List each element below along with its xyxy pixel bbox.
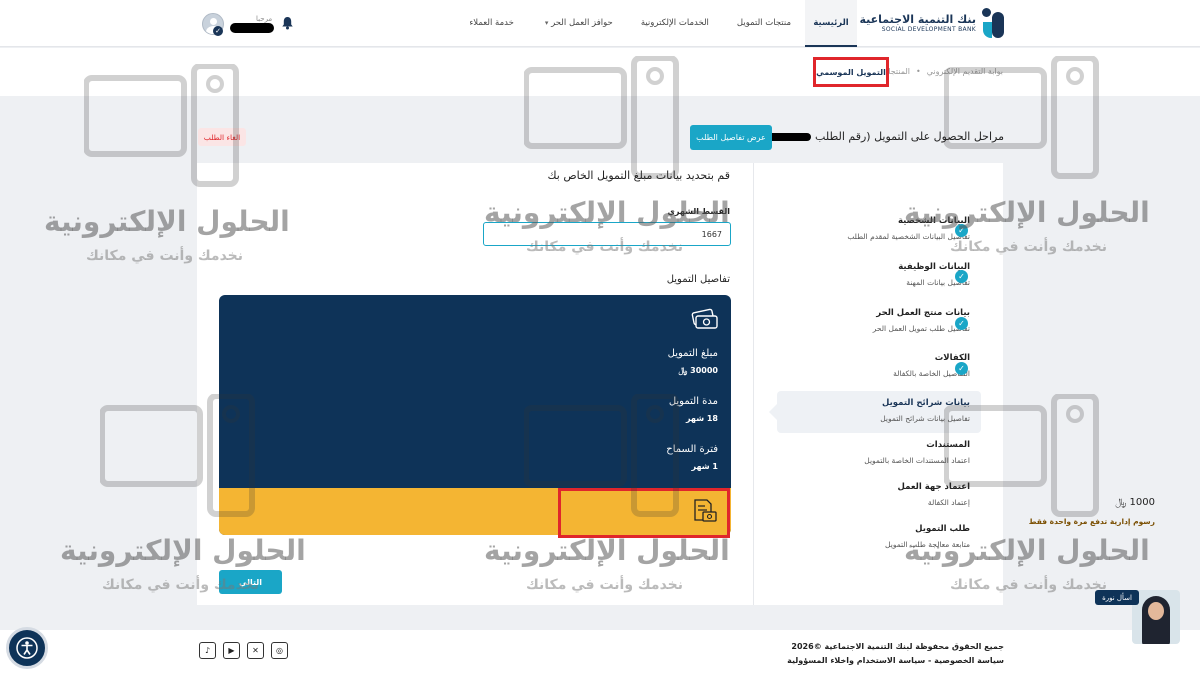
step-finance-request[interactable]: طلب التمويل متابعة معالجة طلب التمويل [885, 524, 970, 549]
assistant-avatar[interactable] [1132, 590, 1180, 644]
logo-arabic: بنك التنمية الاجتماعية [859, 13, 977, 26]
ask-assistant-button[interactable]: اسأل نورة [1095, 590, 1139, 605]
finance-duration-value: 18 شهر [685, 414, 718, 423]
step-title: المستندات [926, 440, 970, 450]
breadcrumb: بوابة التقديم الإلكتروني • المنتجات • [870, 67, 1003, 76]
step-title: بيانات شرائح التمويل [882, 398, 970, 408]
card-divider [753, 163, 754, 605]
x-icon[interactable]: ✕ [247, 642, 264, 659]
step-subtitle: اعتماد المستندات الخاصة بالتمويل [864, 456, 970, 465]
bell-icon[interactable] [281, 16, 294, 34]
form-heading: قم بتحديد بيانات مبلغ التمويل الخاص بك [547, 169, 730, 182]
nav-freelance-label: حوافز العمل الحر [551, 18, 613, 28]
page-title: مراحل الحصول على التمويل (رقم الطلب 4) [738, 130, 1004, 143]
nav-freelance-incentives[interactable]: حوافز العمل الحر ▾ [528, 18, 627, 28]
grace-period-label: فترة السماح [666, 444, 718, 455]
check-icon: ✓ [955, 224, 968, 237]
nav-finance-products[interactable]: منتجات التمويل [723, 18, 805, 28]
check-icon: ✓ [955, 362, 968, 375]
instagram-icon[interactable]: ◎ [271, 642, 288, 659]
step-documents[interactable]: المستندات اعتماد المستندات الخاصة بالتمو… [864, 440, 970, 465]
grace-period-value: 1 شهر [691, 462, 719, 471]
step-subtitle: تفاصيل البيانات الشخصية لمقدم الطلب [847, 232, 970, 241]
footer [0, 630, 1200, 675]
finance-details-label: تفاصيل التمويل [666, 274, 730, 285]
nav-e-services[interactable]: الخدمات الإلكترونية [627, 18, 723, 28]
finance-amount-value: 30000 ﷼ [678, 366, 719, 375]
admin-fee-note: رسوم إدارية تدفع مرة واحدة فقط [1028, 517, 1155, 526]
chevron-down-icon: ▾ [544, 19, 549, 27]
step-title: بيانات منتج العمل الحر [876, 308, 970, 318]
breadcrumb-bar: بوابة التقديم الإلكتروني • المنتجات • [0, 48, 1200, 96]
step-subtitle: إعتماد الكفالة [927, 498, 970, 507]
step-finance-tranches[interactable]: بيانات شرائح التمويل تفاصيل بيانات شرائح… [880, 398, 970, 423]
breadcrumb-portal[interactable]: بوابة التقديم الإلكتروني [927, 67, 1003, 76]
check-icon: ✓ [955, 317, 968, 330]
accessibility-icon[interactable] [6, 627, 48, 669]
step-subtitle: تفاصيل بيانات شرائح التمويل [880, 414, 970, 423]
logo-mark-icon [982, 8, 1004, 38]
breadcrumb-current: التمويل الموسمي [813, 57, 889, 87]
main-nav: الرئيسية منتجات التمويل الخدمات الإلكترو… [455, 0, 857, 47]
copyright-text: جميع الحقوق محفوظة لبنك التنمية الاجتماع… [791, 642, 1004, 651]
admin-fee-highlight [558, 488, 730, 538]
nav-home[interactable]: الرئيسية [805, 0, 857, 47]
check-icon: ✓ [955, 270, 968, 283]
user-name-redacted [230, 23, 274, 33]
monthly-installment-label: القسط الشهري [667, 207, 730, 216]
tiktok-icon[interactable]: ♪ [199, 642, 216, 659]
step-title: طلب التمويل [915, 524, 970, 534]
page-title-text: مراحل الحصول على التمويل (رقم الطلب [815, 130, 1004, 143]
money-icon [691, 308, 718, 329]
finance-amount-label: مبلغ التمويل [667, 348, 718, 359]
bank-logo[interactable]: بنك التنمية الاجتماعية SOCIAL DEVELOPMEN… [859, 8, 1004, 38]
welcome-label: مرحبا [256, 15, 273, 23]
youtube-icon[interactable]: ▶ [223, 642, 240, 659]
step-title: اعتماد جهة العمل [897, 482, 970, 492]
admin-fee-amount: 1000 ﷼ [1115, 497, 1155, 508]
active-step-pointer [769, 404, 777, 420]
breadcrumb-separator: • [916, 67, 921, 76]
top-header: بنك التنمية الاجتماعية SOCIAL DEVELOPMEN… [0, 0, 1200, 47]
step-title: البيانات الشخصية [897, 216, 970, 226]
step-personal-data[interactable]: البيانات الشخصية تفاصيل البيانات الشخصية… [847, 216, 970, 241]
monthly-installment-input[interactable] [483, 222, 731, 246]
nav-customer-service[interactable]: خدمة العملاء [455, 18, 528, 28]
finance-duration-label: مدة التمويل [668, 396, 718, 407]
social-links: ♪ ▶ ✕ ◎ [199, 642, 288, 659]
policy-links[interactable]: سياسة الخصوصية - سياسة الاستخدام واخلاء … [787, 656, 1004, 665]
logo-english: SOCIAL DEVELOPMENT BANK [881, 26, 976, 33]
view-request-details-button[interactable]: عرض تفاصيل الطلب [690, 125, 772, 150]
cancel-request-button[interactable]: الغاء الطلب [198, 128, 246, 146]
verified-check-icon: ✓ [213, 26, 223, 36]
step-subtitle: متابعة معالجة طلب التمويل [885, 540, 970, 549]
next-button[interactable]: التالي [219, 570, 282, 594]
step-employer-approval[interactable]: اعتماد جهة العمل إعتماد الكفالة [898, 482, 970, 507]
